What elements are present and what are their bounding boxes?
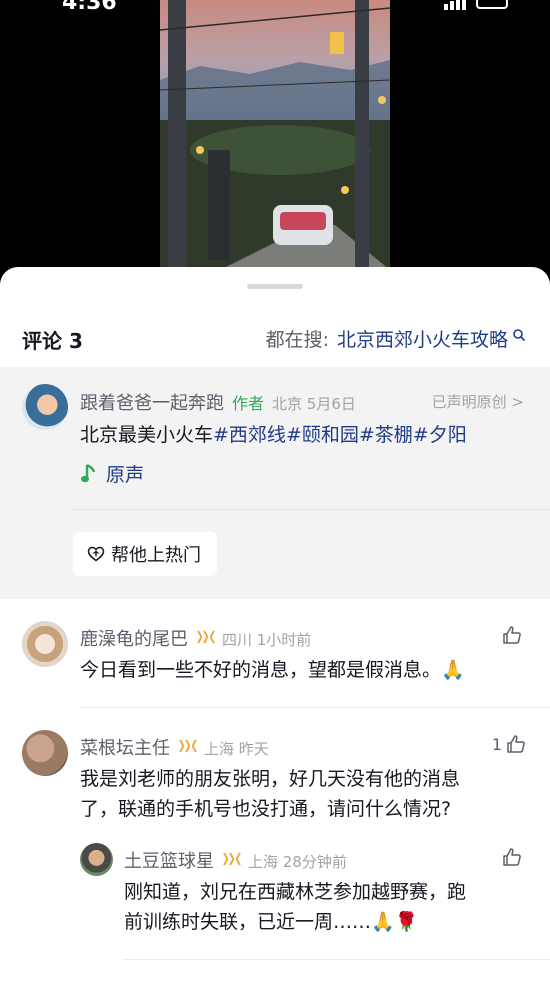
reply-text-line: 刚知道，刘兄在西藏林芝参加越野赛，跑	[124, 881, 467, 903]
commenter-name[interactable]: 菜根坛主任	[80, 734, 170, 760]
video-frame	[160, 0, 390, 270]
search-suggestion[interactable]: 都在搜: 北京西郊小火车攻略	[266, 325, 526, 352]
hashtag-link[interactable]: #西郊线	[213, 424, 286, 446]
drag-handle[interactable]	[247, 284, 303, 289]
author-avatar[interactable]	[22, 384, 68, 430]
divider	[72, 509, 550, 510]
reply-name-row: 土豆篮球星 上海 28分钟前	[124, 847, 347, 873]
status-time: 4:36	[62, 0, 117, 15]
status-indicators	[444, 0, 508, 10]
author-caption-text: 北京最美小火车	[80, 424, 214, 446]
thumbs-up-icon	[503, 626, 521, 644]
comment-text-line: 我是刘老师的朋友张明，好几天没有他的消息	[80, 768, 461, 790]
comment-meta: 上海 昨天	[204, 740, 269, 758]
original-claim-link[interactable]: 已声明原创 >	[432, 391, 524, 412]
author-meta: 北京 5月6日	[272, 395, 356, 413]
music-link[interactable]: 原声	[80, 460, 144, 487]
status-bar: 4:36	[0, 0, 550, 18]
comment-name-row: 菜根坛主任 上海 昨天	[80, 734, 269, 760]
comment-text: 今日看到一些不好的消息，望都是假消息。🙏	[80, 659, 465, 681]
comment-item: 鹿澡龟的尾巴 四川 1小时前 今日看到一些不好的消息，望都是假消息。🙏	[0, 613, 550, 713]
hashtag-link[interactable]: #颐和园	[286, 424, 359, 446]
reply-text: 刚知道，刘兄在西藏林芝参加越野赛，跑 前训练时失联，已近一周……🙏🌹	[124, 877, 466, 937]
search-prefix: 都在搜:	[265, 329, 329, 351]
replier-name[interactable]: 土豆篮球星	[124, 847, 214, 873]
divider	[124, 959, 550, 960]
reply-item: 土豆篮球星 上海 28分钟前 刚知道，刘兄在西藏林芝参加越野赛，跑 前训练时失联…	[0, 835, 550, 955]
comment-item: 菜根坛主任 上海 昨天 我是刘老师的朋友张明，好几天没有他的消息 了，联通的手机…	[0, 722, 550, 842]
reply-text-line: 前训练时失联，已近一周……🙏🌹	[124, 911, 419, 933]
hashtag-link[interactable]: #茶棚	[359, 424, 413, 446]
thumbs-up-icon	[503, 848, 521, 866]
comment-sheet: 评论 3 都在搜: 北京西郊小火车攻略 跟着爸爸一起奔跑 作者 北京 5月6日 …	[0, 267, 550, 996]
video-player[interactable]	[160, 0, 390, 270]
comments-title: 评论 3	[22, 329, 83, 353]
search-term-link[interactable]: 北京西郊小火车攻略	[337, 325, 508, 352]
like-count: 1	[491, 734, 502, 754]
boost-button[interactable]: 帮他上热门	[73, 532, 217, 576]
comment-name-row: 鹿澡龟的尾巴 四川 1小时前	[80, 625, 311, 651]
comment-meta: 四川 1小时前	[222, 631, 312, 649]
badge-icon	[197, 630, 215, 644]
badge-icon	[223, 852, 241, 866]
commenter-avatar[interactable]	[22, 730, 68, 776]
author-tag: 作者	[232, 394, 265, 413]
signal-icon	[444, 0, 466, 10]
comment-text-line: 了，联通的手机号也没打通，请问什么情况?	[80, 798, 452, 820]
divider	[80, 707, 550, 708]
hashtag-link[interactable]: #夕阳	[413, 424, 467, 446]
battery-icon	[476, 0, 508, 9]
music-label: 原声	[106, 464, 145, 486]
replier-avatar[interactable]	[80, 843, 113, 876]
author-post: 跟着爸爸一起奔跑 作者 北京 5月6日 已声明原创 > 北京最美小火车#西郊线#…	[0, 367, 550, 599]
like-button[interactable]	[502, 847, 526, 867]
like-button[interactable]	[502, 625, 526, 645]
author-name[interactable]: 跟着爸爸一起奔跑	[80, 389, 224, 415]
music-note-icon	[81, 463, 96, 482]
sheet-header: 评论 3 都在搜: 北京西郊小火车攻略	[0, 319, 550, 359]
search-icon	[513, 328, 526, 341]
badge-icon	[179, 739, 197, 753]
thumbs-up-icon	[507, 735, 525, 753]
like-button[interactable]: 1	[492, 734, 526, 754]
reply-meta: 上海 28分钟前	[248, 853, 347, 871]
commenter-name[interactable]: 鹿澡龟的尾巴	[80, 625, 188, 651]
boost-label: 帮他上热门	[111, 545, 201, 566]
commenter-avatar[interactable]	[22, 621, 68, 667]
comment-text: 我是刘老师的朋友张明，好几天没有他的消息 了，联通的手机号也没打通，请问什么情况…	[80, 764, 460, 824]
author-caption: 北京最美小火车#西郊线#颐和园#茶棚#夕阳	[80, 420, 467, 447]
heart-boost-icon	[87, 546, 105, 562]
